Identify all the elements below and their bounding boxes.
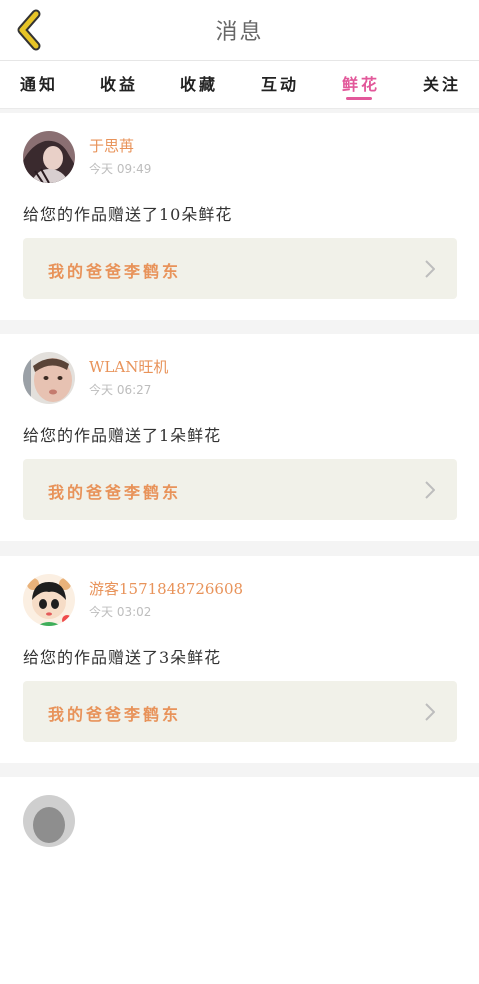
work-link[interactable]: 我的爸爸李鹤东: [23, 459, 457, 520]
tab-earnings[interactable]: 收益: [100, 71, 138, 95]
avatar[interactable]: [23, 131, 75, 183]
sender-name[interactable]: 游客1571848726608: [89, 578, 243, 599]
active-tab-indicator: [346, 97, 372, 100]
message-card: 游客1571848726608 今天 03:02 给您的作品赠送了3朵鲜花 我的…: [0, 556, 479, 763]
work-link[interactable]: 我的爸爸李鹤东: [23, 681, 457, 742]
message-card: [0, 777, 479, 984]
message-card: 于思苒 今天 09:49 给您的作品赠送了10朵鲜花 我的爸爸李鹤东: [0, 113, 479, 320]
tab-interactions[interactable]: 互动: [261, 71, 299, 95]
tab-bar: 通知 收益 收藏 互动 鲜花 关注: [0, 61, 479, 109]
timestamp: 今天 06:27: [89, 383, 152, 397]
sender-name[interactable]: 于思苒: [89, 135, 134, 156]
avatar[interactable]: [23, 352, 75, 404]
chevron-right-icon: [425, 481, 435, 499]
avatar[interactable]: [23, 574, 75, 626]
work-title: 我的爸爸李鹤东: [48, 262, 182, 281]
sender-name[interactable]: WLAN旺机: [89, 356, 168, 377]
message-text: 给您的作品赠送了10朵鲜花: [23, 205, 233, 224]
work-link[interactable]: 我的爸爸李鹤东: [23, 238, 457, 299]
tab-flowers[interactable]: 鲜花: [342, 71, 380, 95]
chevron-right-icon: [425, 703, 435, 721]
tab-favorites[interactable]: 收藏: [180, 71, 218, 95]
message-text: 给您的作品赠送了3朵鲜花: [23, 648, 222, 667]
message-card: WLAN旺机 今天 06:27 给您的作品赠送了1朵鲜花 我的爸爸李鹤东: [0, 334, 479, 541]
tab-following[interactable]: 关注: [423, 71, 461, 95]
tab-notifications[interactable]: 通知: [20, 71, 58, 95]
page-title: 消息: [215, 20, 264, 45]
message-text: 给您的作品赠送了1朵鲜花: [23, 426, 222, 445]
chevron-right-icon: [425, 260, 435, 278]
timestamp: 今天 03:02: [89, 605, 152, 619]
header-bar: 消息: [0, 0, 479, 61]
avatar[interactable]: [23, 795, 75, 847]
work-title: 我的爸爸李鹤东: [48, 705, 182, 724]
work-title: 我的爸爸李鹤东: [48, 483, 182, 502]
timestamp: 今天 09:49: [89, 162, 152, 176]
